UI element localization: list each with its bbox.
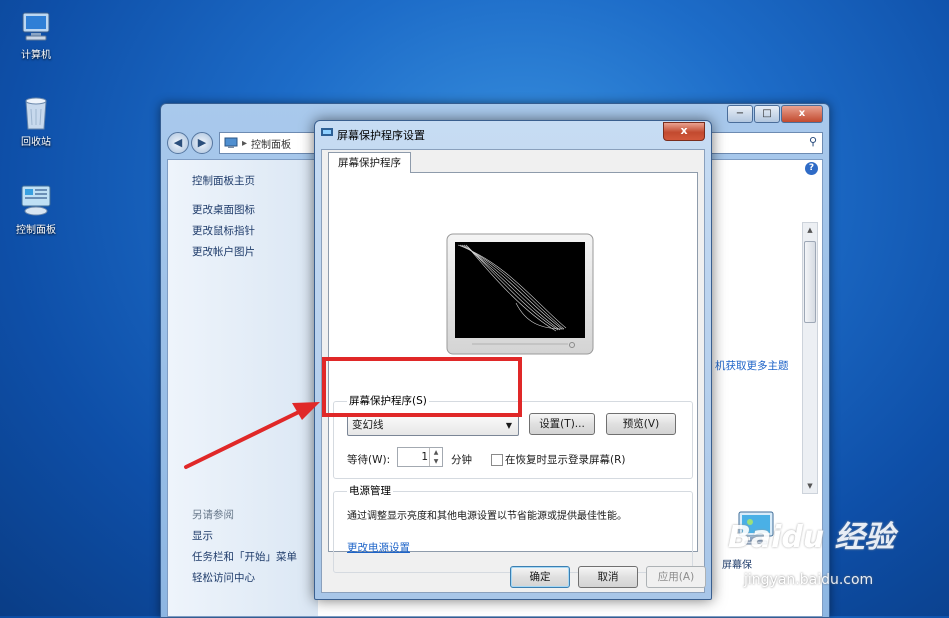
- watermark-brand: Baidu 经验: [728, 520, 895, 555]
- tab-screensaver[interactable]: 屏幕保护程序: [328, 152, 411, 173]
- watermark-site: jingyan.baidu.com: [744, 572, 874, 588]
